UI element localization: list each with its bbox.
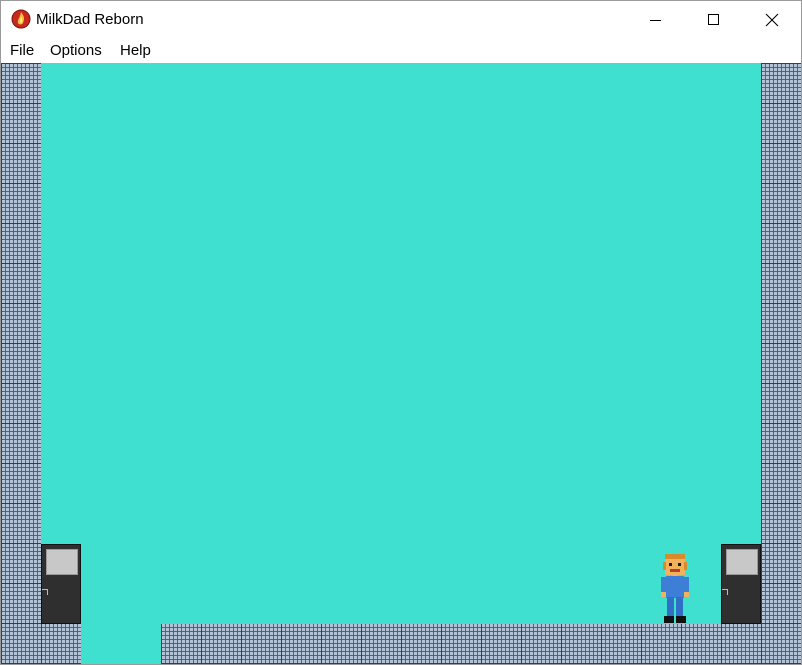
left-wall — [1, 63, 41, 664]
maximize-button[interactable] — [685, 1, 743, 39]
app-icon — [11, 9, 31, 29]
game-canvas[interactable] — [1, 63, 801, 664]
floor-left — [41, 624, 81, 664]
floor-right — [161, 624, 761, 664]
minimize-icon — [650, 20, 661, 21]
close-button[interactable] — [743, 1, 801, 39]
right-door — [721, 544, 761, 624]
right-wall — [761, 63, 801, 664]
window-title: MilkDad Reborn — [36, 11, 144, 28]
title-bar[interactable]: MilkDad Reborn — [1, 1, 801, 39]
menu-options[interactable]: Options — [50, 42, 102, 59]
player-character — [661, 554, 689, 623]
menu-bar: File Options Help — [1, 39, 801, 63]
menu-file[interactable]: File — [10, 42, 34, 59]
left-door — [41, 544, 81, 624]
menu-help[interactable]: Help — [120, 42, 151, 59]
minimize-button[interactable] — [627, 1, 685, 39]
app-window: MilkDad Reborn File Options Help — [0, 0, 802, 665]
close-icon — [765, 13, 779, 27]
maximize-icon — [708, 14, 719, 25]
